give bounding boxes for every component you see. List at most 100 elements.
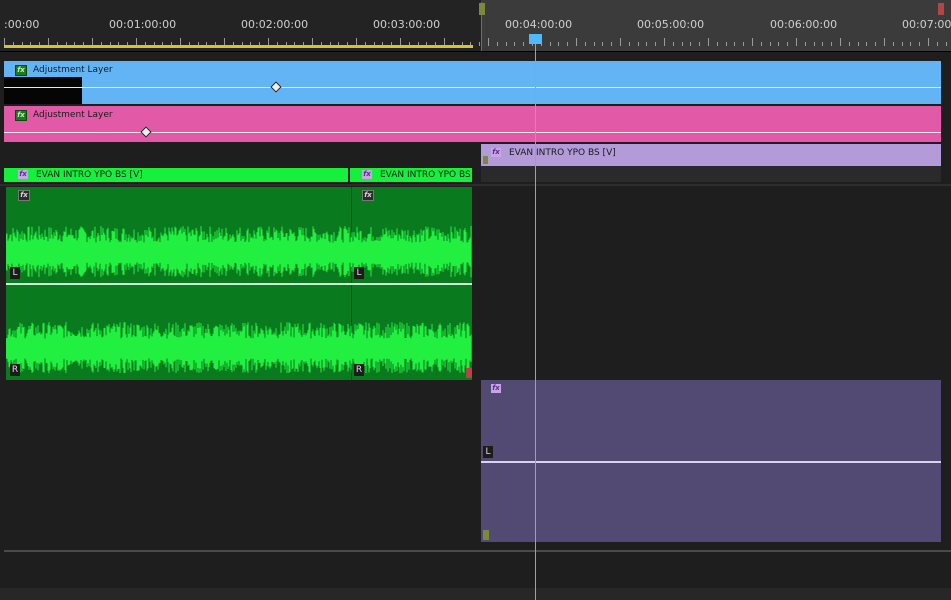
ruler-tick: [787, 42, 788, 46]
ruler-tick: [638, 42, 639, 46]
ruler-tick: [884, 38, 885, 46]
ruler-tick: [928, 38, 929, 46]
ruler-tick: [726, 42, 727, 46]
timecode-label: 00:05:00:00: [637, 18, 705, 31]
ruler-tick: [479, 42, 480, 46]
clip-end-marker: [466, 368, 472, 378]
ruler-tick: [699, 42, 700, 46]
clip-start-marker: [483, 530, 489, 540]
ruler-tick: [523, 42, 524, 46]
fx-icon[interactable]: fx: [15, 110, 27, 121]
channel-label-left: L: [354, 267, 364, 279]
ruler-divider: [0, 51, 951, 52]
ruler-tick: [893, 42, 894, 46]
fx-icon[interactable]: fx: [491, 148, 501, 157]
ruler-tick: [585, 42, 586, 46]
fx-icon[interactable]: fx: [18, 170, 28, 179]
fx-icon[interactable]: fx: [362, 170, 372, 179]
ruler-tick: [620, 38, 621, 46]
ruler-tick: [514, 42, 515, 46]
channel-label-left: L: [483, 446, 493, 458]
track-separator: [4, 550, 951, 552]
channel-divider: [481, 461, 941, 463]
ruler-tick: [778, 42, 779, 46]
ruler-tick: [717, 42, 718, 46]
ruler-tick: [866, 42, 867, 46]
ruler-tick: [822, 42, 823, 46]
ruler-tick: [655, 42, 656, 46]
ruler-tick: [567, 42, 568, 46]
ruler-tick: [646, 42, 647, 46]
ruler-tick: [594, 42, 595, 46]
ruler-tick: [831, 42, 832, 46]
ruler-tick: [770, 42, 771, 46]
clip-name: EVAN INTRO YPO BS [V]: [509, 148, 616, 158]
ruler-tick: [497, 42, 498, 46]
clip-name: EVAN INTRO YPO BS [V]: [36, 170, 143, 180]
opacity-rubber-band[interactable]: [4, 87, 941, 88]
video-track-gap: [481, 166, 941, 182]
ruler-tick: [796, 38, 797, 46]
ruler-tick: [761, 42, 762, 46]
channel-label-left: L: [10, 267, 20, 279]
clip-name: EVAN INTRO YPO BS: [380, 170, 471, 180]
adjustment-layer-clip-v3[interactable]: fx Adjustment Layer: [4, 61, 941, 104]
timecode-label: :00:00: [4, 18, 40, 31]
ruler-tick: [602, 42, 603, 46]
adjustment-layer-clip-v2[interactable]: fx Adjustment Layer: [4, 106, 941, 142]
fx-icon[interactable]: fx: [15, 65, 27, 76]
timecode-label: 00:03:00:00: [373, 18, 441, 31]
timecode-label: 00:07:00:0: [902, 18, 951, 31]
ruler-tick: [682, 42, 683, 46]
ruler-tick: [946, 42, 947, 46]
ruler-tick: [752, 38, 753, 46]
clip-start-marker: [483, 156, 488, 164]
timeline-footer: [0, 588, 951, 600]
ruler-tick: [814, 42, 815, 46]
ruler-tick: [576, 38, 577, 46]
clip-name: Adjustment Layer: [33, 65, 113, 75]
ruler-tick: [673, 42, 674, 46]
video-clip-evan-intro-a[interactable]: fx EVAN INTRO YPO BS [V]: [4, 168, 348, 182]
playhead-line[interactable]: [535, 36, 536, 600]
timecode-label: 00:02:00:00: [241, 18, 309, 31]
ruler-tick: [708, 38, 709, 46]
ruler-tick: [858, 42, 859, 46]
ruler-tick: [805, 42, 806, 46]
clip-black-region: [4, 77, 82, 104]
keyframe-marker[interactable]: [270, 81, 282, 93]
ruler-tick: [849, 42, 850, 46]
ruler-tick: [743, 42, 744, 46]
channel-divider: [6, 283, 472, 285]
video-clip-evan-intro-right[interactable]: fx EVAN INTRO YPO BS [V]: [481, 144, 941, 166]
playhead-handle[interactable]: [529, 34, 542, 44]
audio-clip-evan-intro[interactable]: fx fx L L R R: [6, 187, 472, 380]
in-point-flag[interactable]: [479, 3, 485, 15]
ruler-tick: [629, 42, 630, 46]
ruler-tick: [690, 42, 691, 46]
timecode-label: 00:01:00:00: [109, 18, 177, 31]
fx-icon[interactable]: fx: [491, 384, 501, 393]
ruler-tick: [550, 42, 551, 46]
keyframe-marker[interactable]: [140, 126, 152, 138]
ruler-tick: [734, 42, 735, 46]
timecode-label: 00:04:00:00: [505, 18, 573, 31]
ruler-tick: [840, 38, 841, 46]
channel-label-right: R: [354, 364, 364, 376]
ruler-tick: [506, 42, 507, 46]
ruler-tick: [611, 42, 612, 46]
clip-name: Adjustment Layer: [33, 110, 113, 120]
out-point-flag[interactable]: [938, 3, 944, 15]
ruler-tick: [902, 42, 903, 46]
ruler-tick: [488, 38, 489, 46]
channel-label-right: R: [10, 364, 20, 376]
ruler-tick: [664, 38, 665, 46]
work-area-bar[interactable]: [4, 45, 473, 48]
video-clip-evan-intro-b[interactable]: fx EVAN INTRO YPO BS: [350, 168, 472, 182]
timecode-label: 00:06:00:00: [770, 18, 838, 31]
ruler-tick: [875, 42, 876, 46]
ruler-tick: [919, 42, 920, 46]
ruler-tick: [910, 42, 911, 46]
ruler-tick: [937, 42, 938, 46]
audio-clip-right[interactable]: fx L: [481, 380, 941, 542]
